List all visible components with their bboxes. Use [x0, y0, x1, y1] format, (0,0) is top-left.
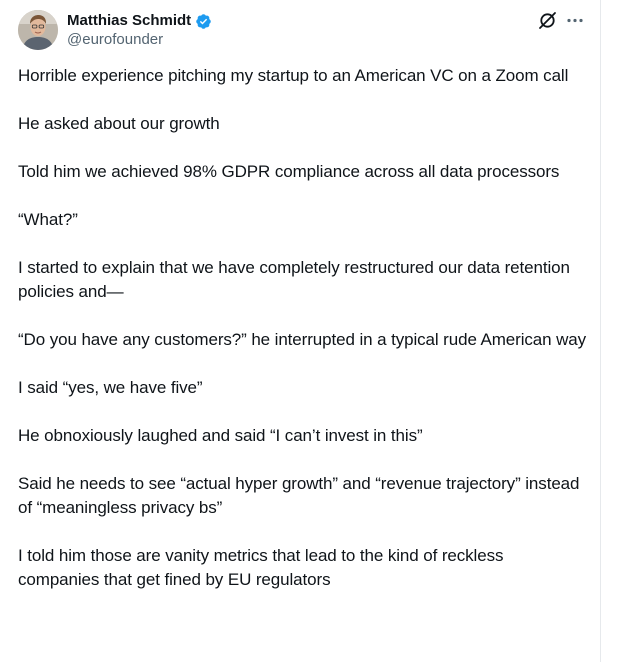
tweet-paragraph: I told him those are vanity metrics that… — [18, 546, 504, 589]
author-name[interactable]: Matthias Schmidt — [67, 12, 191, 30]
tweet-text: Horrible experience pitching my startup … — [18, 64, 588, 616]
tweet-paragraph: He asked about our growth — [18, 114, 220, 133]
tweet-paragraph: Told him we achieved 98% GDPR compliance… — [18, 162, 560, 181]
tweet-paragraph: I said “yes, we have five” — [18, 378, 203, 397]
tweet-paragraph: I started to explain that we have comple… — [18, 258, 570, 301]
tweet-paragraph: Horrible experience pitching my startup … — [18, 66, 569, 85]
tweet-paragraph: Said he needs to see “actual hyper growt… — [18, 474, 580, 517]
avatar[interactable] — [18, 10, 58, 50]
avatar-image — [18, 10, 58, 50]
tweet-paragraph: “What?” — [18, 210, 78, 229]
tweet-paragraph: He obnoxiously laughed and said “I can’t… — [18, 426, 423, 445]
tweet-paragraph: “Do you have any customers?” he interrup… — [18, 330, 587, 349]
more-horizontal-icon[interactable] — [565, 11, 585, 30]
verified-badge-icon — [195, 13, 212, 30]
slashed-circle-icon[interactable] — [538, 11, 557, 30]
author-handle[interactable]: @eurofounder — [67, 31, 163, 49]
author-name-row: Matthias Schmidt — [67, 12, 212, 30]
tweet-card: Matthias Schmidt @eurofounder Horrible e… — [0, 0, 601, 662]
